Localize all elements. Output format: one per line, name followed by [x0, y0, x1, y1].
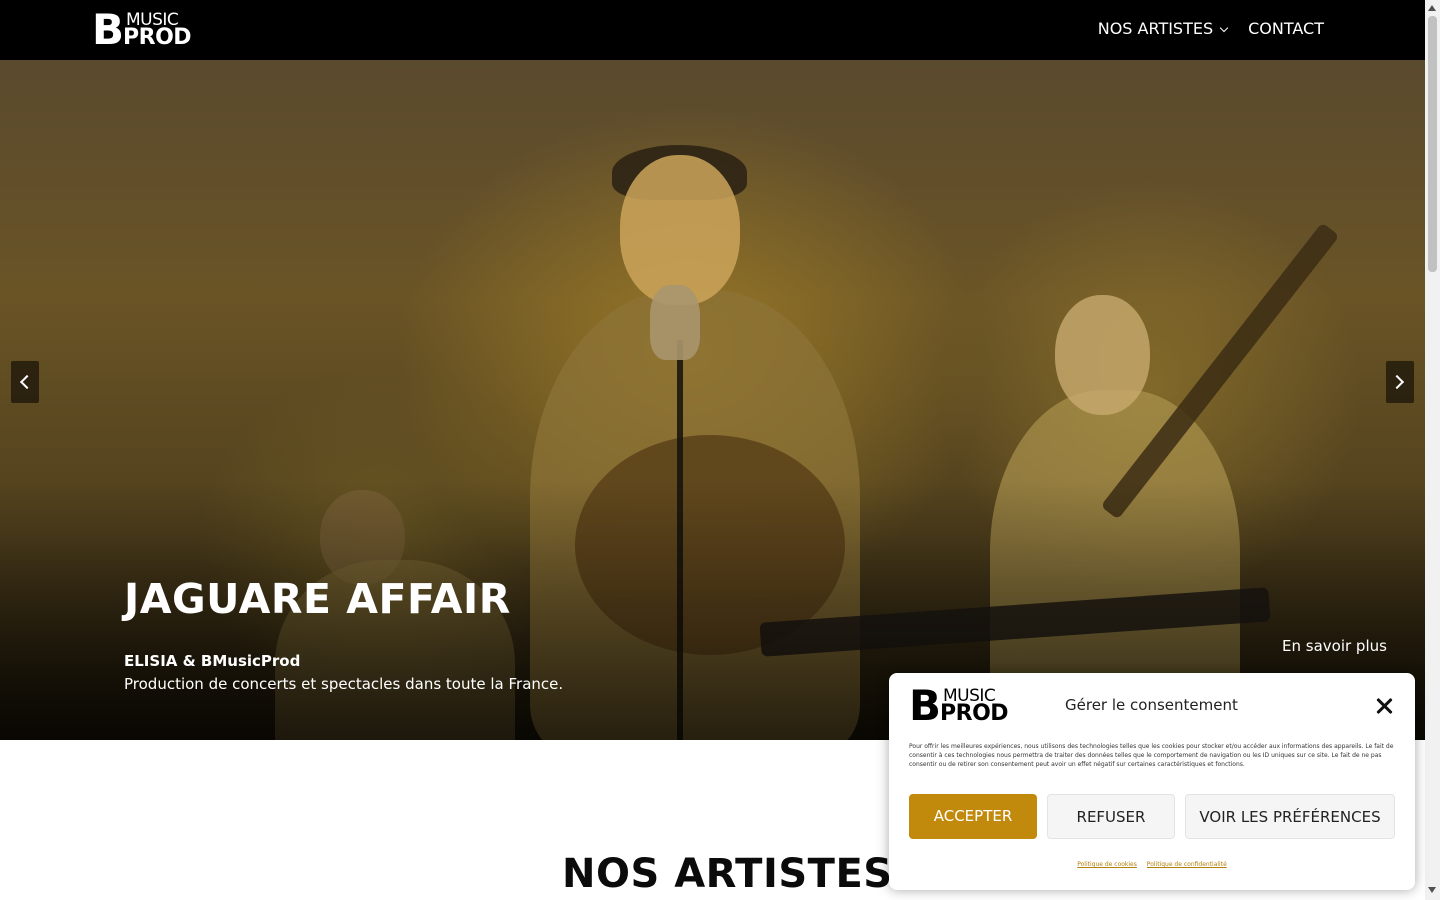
cookie-policy-link[interactable]: Politique de cookies	[1077, 861, 1137, 868]
consent-logo-prod: PROD	[940, 701, 1009, 726]
hero-slider: JAGUARE AFFAIR ELISIA & BMusicProd Produ…	[0, 60, 1425, 740]
chevron-left-icon	[19, 374, 35, 390]
consent-title: Gérer le consentement	[1065, 696, 1238, 714]
page-scrollbar[interactable]	[1425, 0, 1440, 900]
scrollbar-thumb[interactable]	[1428, 16, 1437, 272]
site-logo[interactable]: B MUSIC PROD	[92, 7, 194, 53]
consent-description: Pour offrir les meilleures expériences, …	[909, 743, 1394, 768]
section-title-artists: NOS ARTISTES	[562, 851, 893, 897]
scroll-up-arrow-icon[interactable]	[1428, 5, 1436, 11]
nav-contact-label: CONTACT	[1248, 19, 1324, 38]
close-icon[interactable]	[1373, 695, 1395, 717]
chevron-right-icon	[1389, 374, 1405, 390]
site-header: B MUSIC PROD NOS ARTISTES CONTACT	[0, 0, 1425, 60]
hero-photo-guitarist-head	[1055, 295, 1150, 415]
nav-artists-dropdown[interactable]: NOS ARTISTES	[1097, 19, 1229, 39]
nav-contact[interactable]: CONTACT	[1248, 19, 1324, 39]
consent-logo-letter: B	[909, 681, 941, 730]
view-preferences-button[interactable]: VOIR LES PRÉFÉRENCES	[1185, 794, 1395, 839]
hero-photo-singer-head	[620, 155, 740, 305]
cookie-consent-dialog: B MUSIC PROD Gérer le consentement Pour …	[889, 673, 1415, 890]
consent-policy-links: Politique de cookies Politique de confid…	[889, 860, 1415, 869]
scroll-down-arrow-icon[interactable]	[1428, 887, 1436, 893]
slider-prev-button[interactable]	[11, 361, 39, 403]
hero-photo-microphone	[650, 285, 700, 360]
logo-prod: PROD	[123, 25, 192, 50]
nav-artists-label: NOS ARTISTES	[1097, 19, 1214, 38]
learn-more-link[interactable]: En savoir plus	[1282, 636, 1387, 656]
hero-title: JAGUARE AFFAIR	[124, 575, 511, 623]
chevron-down-icon	[1219, 23, 1229, 33]
logo-letter: B	[92, 5, 124, 54]
hero-subtitle: Production de concerts et spectacles dan…	[124, 675, 564, 693]
privacy-policy-link[interactable]: Politique de confidentialité	[1147, 861, 1227, 868]
consent-logo: B MUSIC PROD	[909, 683, 1011, 729]
hero-subtitle-bold: ELISIA & BMusicProd	[124, 652, 301, 670]
refuse-button[interactable]: REFUSER	[1047, 794, 1175, 839]
main-nav: NOS ARTISTES CONTACT	[1098, 19, 1324, 39]
slider-next-button[interactable]	[1386, 361, 1414, 403]
accept-button[interactable]: ACCEPTER	[909, 794, 1037, 839]
